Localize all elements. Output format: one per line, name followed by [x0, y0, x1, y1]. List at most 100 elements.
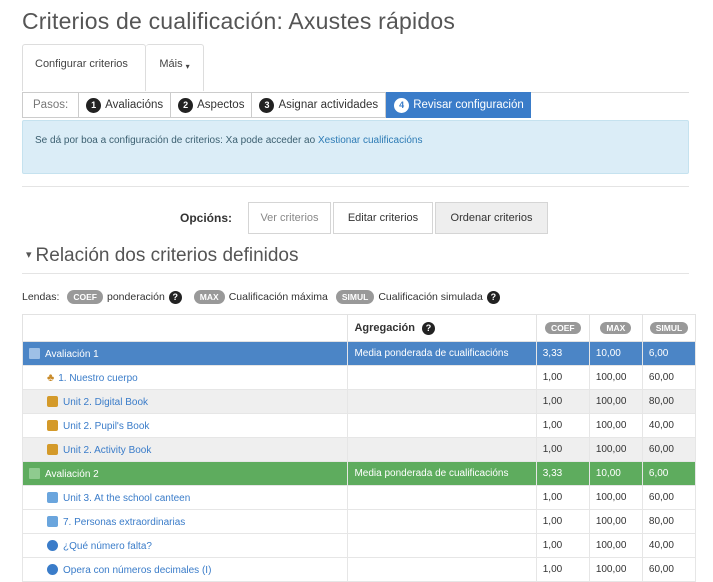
row-name-cell: 7. Personas extraordinarias [21, 509, 349, 534]
row-max: 100,00 [588, 557, 643, 582]
steps-label: Pasos: [22, 92, 79, 118]
step-asignar-actividades[interactable]: 3 Asignar actividades [251, 92, 387, 118]
table-row: Unit 2. Activity Book 1,00 100,00 60,00 [21, 437, 697, 462]
row-max: 100,00 [588, 437, 643, 462]
step-label: Asignar actividades [278, 99, 379, 111]
row-link[interactable]: Unit 3. At the school canteen [63, 493, 190, 504]
row-agg [347, 365, 537, 390]
row-agg: Media ponderada de cualificacións [347, 341, 537, 366]
max-pill: MAX [600, 322, 632, 334]
row-coef: 1,00 [535, 509, 590, 534]
row-agg [347, 509, 537, 534]
page-icon [47, 491, 58, 503]
coef-header: COEF [535, 314, 590, 342]
step-label: Aspectos [197, 99, 245, 111]
row-coef: 1,00 [535, 557, 590, 582]
tab-mais-label: Máis [159, 58, 183, 70]
table-row: Unit 3. At the school canteen 1,00 100,0… [21, 485, 697, 510]
row-coef: 1,00 [535, 365, 590, 390]
row-simul: 6,00 [641, 341, 697, 366]
row-link[interactable]: 7. Personas extraordinarias [63, 517, 185, 528]
row-name-cell: ♣ 1. Nuestro cuerpo [21, 365, 349, 390]
row-name-cell: Avaliación 2 [21, 461, 349, 486]
step-avaliacions[interactable]: 1 Avaliacións [78, 92, 171, 118]
row-max: 100,00 [588, 413, 643, 438]
step-aspectos[interactable]: 2 Aspectos [170, 92, 252, 118]
row-simul: 80,00 [641, 509, 697, 534]
row-simul: 6,00 [641, 461, 697, 486]
page-title: Criterios de cualificación: Axustes rápi… [22, 8, 456, 34]
legend-max-text: Cualificación máxima [228, 291, 328, 303]
step-label: Avaliacións [105, 99, 164, 111]
row-coef: 1,00 [535, 389, 590, 414]
row-name: Avaliación 1 [45, 348, 99, 360]
row-name: Avaliación 2 [45, 468, 99, 480]
xestionar-cualificacions-link[interactable]: Xestionar cualificacións [318, 135, 423, 146]
criteria-table: Agregación ? COEF MAX SIMUL Avaliación 1… [21, 314, 697, 582]
book-icon [47, 443, 58, 455]
row-max: 100,00 [588, 533, 643, 558]
legend-label: Lendas: [22, 291, 60, 303]
row-name-cell: Opera con números decimales (I) [21, 557, 349, 582]
row-simul: 40,00 [641, 533, 697, 558]
table-row: ♣ 1. Nuestro cuerpo 1,00 100,00 60,00 [21, 365, 697, 390]
ver-criterios-button[interactable]: Ver criterios [248, 202, 331, 234]
row-max: 100,00 [588, 509, 643, 534]
tab-mais[interactable]: Máis ▾ [146, 44, 204, 91]
row-name-cell: Unit 2. Digital Book [21, 389, 349, 414]
steps-nav: Pasos: 1 Avaliacións 2 Aspectos 3 Asigna… [22, 92, 531, 118]
row-simul: 80,00 [641, 389, 697, 414]
row-name-cell: Unit 2. Activity Book [21, 437, 349, 462]
step-label: Revisar configuración [413, 99, 524, 111]
row-simul: 60,00 [641, 557, 697, 582]
row-link[interactable]: Opera con números decimales (I) [63, 565, 211, 576]
simul-pill: SIMUL [335, 290, 375, 304]
tab-configurar-criterios[interactable]: Configurar criterios [22, 44, 146, 91]
simul-pill: SIMUL [649, 322, 689, 334]
help-icon[interactable]: ? [422, 321, 436, 335]
table-row-category[interactable]: Avaliación 2 Media ponderada de cualific… [21, 461, 697, 486]
row-name-cell: Avaliación 1 [21, 341, 349, 366]
help-icon[interactable]: ? [486, 290, 500, 304]
row-link[interactable]: Unit 2. Digital Book [63, 397, 148, 408]
row-simul: 60,00 [641, 365, 697, 390]
table-row: Unit 2. Digital Book 1,00 100,00 80,00 [21, 389, 697, 414]
row-max: 100,00 [588, 485, 643, 510]
ordenar-criterios-button[interactable]: Ordenar criterios [435, 202, 548, 234]
row-link[interactable]: Unit 2. Activity Book [63, 445, 151, 456]
max-header: MAX [588, 314, 643, 342]
row-link[interactable]: ¿Qué número falta? [63, 541, 152, 552]
tab-bar: Configurar criterios Máis ▾ [22, 44, 689, 93]
alert-text: Se dá por boa a configuración de criteri… [35, 135, 318, 146]
max-pill: MAX [193, 290, 225, 304]
editar-criterios-button[interactable]: Editar criterios [333, 202, 433, 234]
step-number-icon: 2 [178, 97, 194, 113]
info-alert: Se dá por boa a configuración de criteri… [22, 120, 689, 174]
agregacion-label: Agregación [354, 321, 415, 334]
section-header[interactable]: ▾ Relación dos criterios definidos [26, 245, 299, 267]
row-agg [347, 557, 537, 582]
step-revisar-configuracion[interactable]: 4 Revisar configuración [386, 92, 531, 118]
row-agg [347, 533, 537, 558]
name-header [21, 314, 349, 342]
row-coef: 3,33 [535, 341, 590, 366]
row-agg [347, 485, 537, 510]
row-max: 10,00 [588, 461, 643, 486]
row-name-cell: Unit 2. Pupil's Book [21, 413, 349, 438]
table-row: Opera con números decimales (I) 1,00 100… [21, 557, 697, 582]
help-icon[interactable]: ? [168, 290, 182, 304]
legend: Lendas: COEF ponderación ? MAX Cualifica… [22, 290, 504, 304]
row-simul: 60,00 [641, 437, 697, 462]
quiz-icon [47, 539, 58, 551]
row-name-cell: Unit 3. At the school canteen [21, 485, 349, 510]
row-link[interactable]: Unit 2. Pupil's Book [63, 421, 149, 432]
row-simul: 60,00 [641, 485, 697, 510]
table-row-category[interactable]: Avaliación 1 Media ponderada de cualific… [21, 341, 697, 366]
agregacion-header: Agregación ? [347, 314, 537, 342]
row-link[interactable]: 1. Nuestro cuerpo [58, 373, 138, 384]
row-agg [347, 389, 537, 414]
step-number-icon: 4 [394, 97, 410, 113]
table-header-row: Agregación ? COEF MAX SIMUL [21, 314, 697, 342]
row-coef: 1,00 [535, 413, 590, 438]
book-icon [47, 395, 58, 407]
